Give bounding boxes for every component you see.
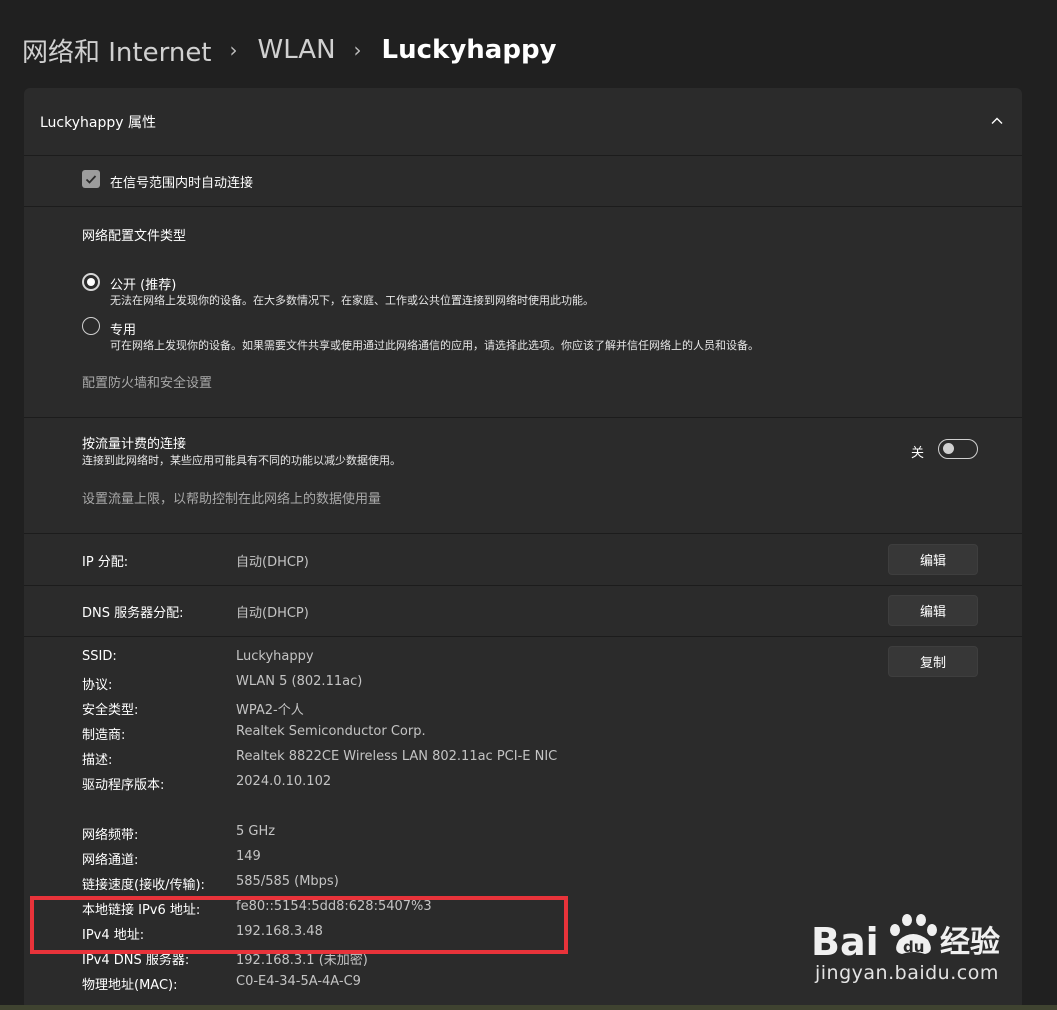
prop-label: 驱动程序版本: (82, 778, 165, 793)
prop-label: 描述: (82, 753, 113, 768)
breadcrumb-wlan[interactable]: WLAN (258, 35, 336, 65)
card-header[interactable]: Luckyhappy 属性 (24, 88, 1022, 156)
prop-label: 制造商: (82, 728, 126, 743)
properties-card: Luckyhappy 属性 在信号范围内时自动连接 网络配置文件类型 公开 (推… (24, 88, 1022, 1010)
highlight-box (30, 896, 568, 954)
dns-assignment-value: 自动(DHCP) (236, 606, 309, 621)
toggle-knob (943, 443, 954, 454)
prop-value: C0-E4-34-5A-4A-C9 (236, 974, 361, 989)
prop-label: 协议: (82, 678, 113, 693)
divider (24, 417, 1022, 418)
public-label[interactable]: 公开 (推荐) (110, 274, 176, 293)
divider (24, 585, 1022, 586)
firewall-settings-link[interactable]: 配置防火墙和安全设置 (82, 372, 212, 391)
public-description: 无法在网络上发现你的设备。在大多数情况下，在家庭、工作或公共位置连接到网络时使用… (110, 294, 594, 307)
ip-assignment-value: 自动(DHCP) (236, 555, 309, 570)
metered-title: 按流量计费的连接 (82, 437, 187, 452)
metered-toggle-state: 关 (911, 446, 925, 461)
chevron-right-icon: › (353, 38, 362, 62)
profile-heading: 网络配置文件类型 (82, 229, 187, 244)
chevron-right-icon: › (229, 38, 238, 62)
dns-assignment-label: DNS 服务器分配: (82, 606, 184, 621)
prop-label: 安全类型: (82, 703, 139, 718)
checkmark-icon (85, 175, 97, 184)
copy-button[interactable]: 复制 (888, 646, 978, 677)
data-limit-link[interactable]: 设置流量上限，以帮助控制在此网络上的数据使用量 (82, 488, 381, 507)
metered-toggle[interactable] (938, 439, 978, 459)
auto-connect-checkbox[interactable] (82, 170, 100, 188)
prop-value: 585/585 (Mbps) (236, 874, 339, 889)
metered-description: 连接到此网络时，某些应用可能具有不同的功能以减少数据使用。 (82, 454, 401, 467)
svg-text:经验: 经验 (940, 925, 1000, 960)
prop-value: 2024.0.10.102 (236, 774, 332, 789)
auto-connect-label[interactable]: 在信号范围内时自动连接 (110, 172, 253, 191)
prop-value: WPA2-个人 (236, 703, 304, 718)
bottom-edge (0, 1005, 1057, 1010)
divider (24, 636, 1022, 637)
divider (24, 206, 1022, 207)
prop-label: 网络通道: (82, 853, 139, 868)
prop-value: Realtek Semiconductor Corp. (236, 724, 426, 739)
radio-private[interactable] (82, 317, 100, 335)
edit-ip-button[interactable]: 编辑 (888, 544, 978, 575)
prop-value: 5 GHz (236, 824, 276, 839)
baidu-jingyan-logo: Bai du 经验 (811, 914, 1000, 962)
prop-label: SSID: (82, 649, 117, 664)
watermark-url: jingyan.baidu.com (815, 962, 999, 984)
radio-public[interactable] (82, 273, 100, 291)
private-description: 可在网络上发现你的设备。如果需要文件共享或使用通过此网络通信的应用，请选择此选项… (110, 339, 759, 352)
prop-value: Luckyhappy (236, 649, 314, 664)
private-label[interactable]: 专用 (110, 319, 136, 338)
svg-text:Bai: Bai (811, 920, 879, 962)
ip-assignment-label: IP 分配: (82, 555, 129, 570)
prop-label: 链接速度(接收/传输): (82, 878, 205, 893)
svg-text:du: du (903, 938, 924, 956)
page-title: Luckyhappy (381, 35, 557, 65)
prop-label: 物理地址(MAC): (82, 978, 178, 993)
prop-value: 149 (236, 849, 261, 864)
edit-dns-button[interactable]: 编辑 (888, 595, 978, 626)
card-title: Luckyhappy 属性 (40, 115, 156, 131)
breadcrumb-network-internet[interactable]: 网络和 Internet (22, 32, 212, 69)
prop-value: WLAN 5 (802.11ac) (236, 674, 363, 689)
breadcrumb: 网络和 Internet › WLAN › Luckyhappy (22, 30, 557, 70)
chevron-up-icon[interactable] (990, 114, 1004, 128)
prop-value: Realtek 8822CE Wireless LAN 802.11ac PCI… (236, 749, 558, 764)
divider (24, 533, 1022, 534)
prop-label: 网络频带: (82, 828, 139, 843)
